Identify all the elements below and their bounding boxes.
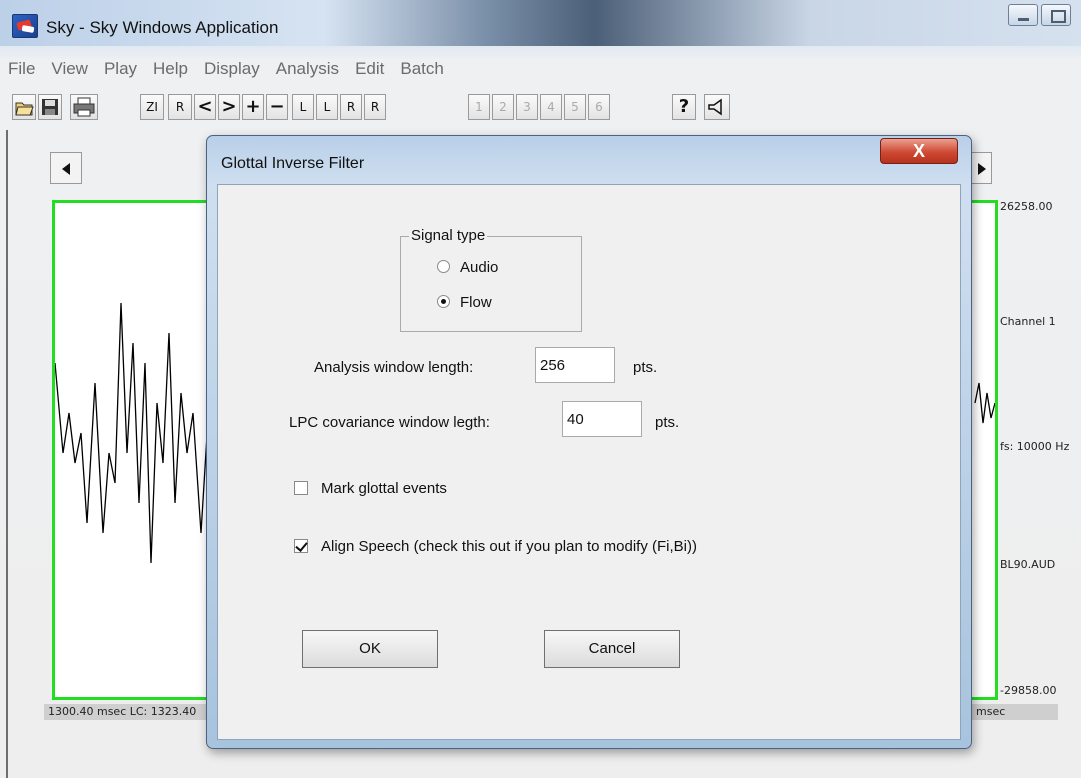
align-speech-label: Align Speech (check this out if you plan… [321,538,697,555]
radio-flow-label: Flow [460,294,492,311]
mark-glottal-events-option[interactable]: Mark glottal events [294,480,447,500]
menu-help[interactable]: Help [145,56,196,84]
signal-type-group: Signal type Audio Flow [400,227,582,332]
dialog-close-button[interactable]: X [880,138,958,164]
next-button[interactable]: > [218,94,240,120]
reset-button[interactable]: R [168,94,192,120]
channel-1-button[interactable]: 1 [468,94,490,120]
plot-filename: BL90.AUD [1000,558,1056,571]
scroll-right-button[interactable] [970,152,992,184]
dialog-title: Glottal Inverse Filter [221,155,365,172]
minimize-button[interactable] [1008,4,1038,26]
radio-audio-label: Audio [460,259,499,276]
save-icon[interactable] [38,94,62,120]
channel-6-button[interactable]: 6 [588,94,610,120]
align-speech-checkbox[interactable] [294,539,308,553]
mark-glottal-events-checkbox[interactable] [294,481,308,495]
plot-channel-label: Channel 1 [1000,315,1056,328]
lpc-window-unit: pts. [655,414,680,431]
analysis-window-label: Analysis window length: [314,359,474,376]
zoom-in-button[interactable]: ZI [140,94,164,120]
plot-min-value: -29858.00 [1000,684,1057,697]
previous-button[interactable]: < [194,94,216,120]
align-speech-option[interactable]: Align Speech (check this out if you plan… [294,538,697,558]
window-left-edge [6,130,8,778]
channel-5-button[interactable]: 5 [564,94,586,120]
channel-4-button[interactable]: 4 [540,94,562,120]
ok-button[interactable]: OK [302,630,438,668]
analysis-window-input[interactable] [535,347,615,383]
lpc-window-input[interactable] [562,401,642,437]
radio-audio[interactable] [437,260,450,273]
radio-audio-option[interactable]: Audio [437,259,498,279]
left-cursor-right-button[interactable]: L [316,94,338,120]
print-icon[interactable] [70,94,98,120]
menu-file[interactable]: File [0,56,43,84]
help-question-button[interactable]: ? [672,94,696,120]
radio-flow-option[interactable]: Flow [437,294,492,314]
menu-display[interactable]: Display [196,56,268,84]
cancel-button[interactable]: Cancel [544,630,680,668]
sky-application-window: Sky - Sky Windows Application File View … [0,0,1081,778]
status-time-left: 1300.40 msec LC: 1323.40 [48,705,197,718]
menu-batch[interactable]: Batch [392,56,451,84]
zoom-minus-button[interactable]: − [266,94,288,120]
signal-type-legend: Signal type [409,227,488,244]
app-icon [12,14,38,38]
scroll-left-button[interactable] [50,152,82,184]
menu-edit[interactable]: Edit [347,56,392,84]
plot-sample-rate: fs: 10000 Hz [1000,440,1070,453]
title-bar: Sky - Sky Windows Application [0,0,1081,46]
open-file-icon[interactable] [12,94,36,120]
lpc-window-label: LPC covariance window legth: [289,414,490,431]
toolbar: ZI R < > + − L L R R 1 2 3 4 5 6 ? [10,94,1070,120]
glottal-inverse-filter-dialog: Glottal Inverse Filter X Signal type Aud… [206,135,972,749]
mark-glottal-events-label: Mark glottal events [321,480,447,497]
right-cursor-left-button[interactable]: R [340,94,362,120]
speaker-icon[interactable] [704,94,730,120]
menu-play[interactable]: Play [96,56,145,84]
plot-max-value: 26258.00 [1000,200,1053,213]
radio-flow[interactable] [437,295,450,308]
analysis-window-unit: pts. [633,359,658,376]
right-cursor-right-button[interactable]: R [364,94,386,120]
maximize-button[interactable] [1041,4,1071,26]
menu-view[interactable]: View [43,56,96,84]
channel-3-button[interactable]: 3 [516,94,538,120]
channel-2-button[interactable]: 2 [492,94,514,120]
status-time-right: msec [976,705,1006,718]
zoom-plus-button[interactable]: + [242,94,264,120]
left-cursor-left-button[interactable]: L [292,94,314,120]
menu-bar: File View Play Help Display Analysis Edi… [0,56,452,84]
window-title: Sky - Sky Windows Application [46,18,279,37]
dialog-body: Signal type Audio Flow Analysis window l… [217,184,961,740]
menu-analysis[interactable]: Analysis [268,56,347,84]
